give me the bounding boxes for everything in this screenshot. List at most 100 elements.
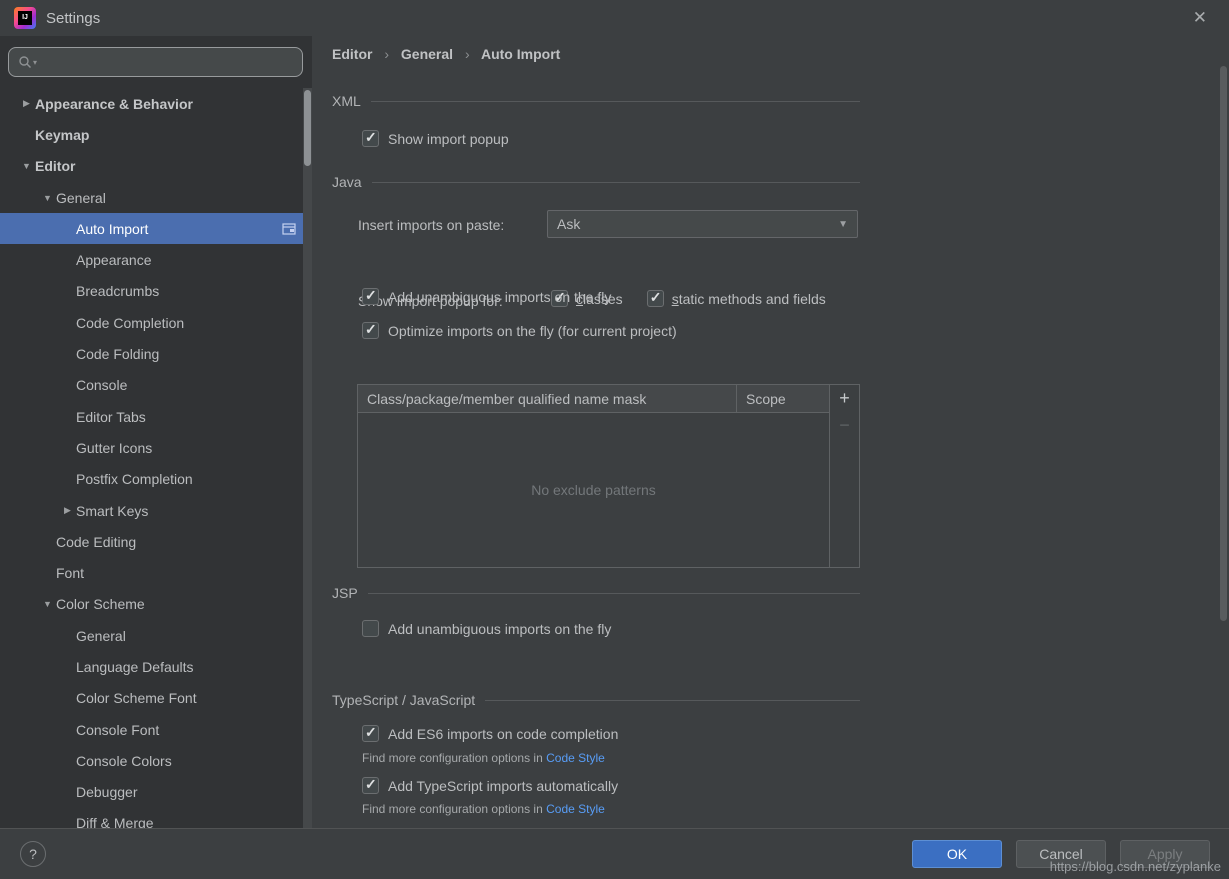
empty-table-text: No exclude patterns (531, 482, 656, 498)
checkbox-static-methods-and-fields[interactable]: static methods and fields (647, 290, 826, 307)
section-title: Java (332, 174, 362, 190)
sidebar-item-label: Debugger (76, 784, 138, 800)
checkbox-show-import-popup[interactable]: Show import popup (362, 128, 509, 149)
section-divider (368, 593, 860, 594)
sidebar-item-keymap[interactable]: Keymap (0, 119, 312, 150)
close-icon[interactable]: ✕ (1185, 6, 1215, 30)
code-style-hint: Find more configuration options in Code … (362, 802, 605, 816)
main-scrollbar-thumb[interactable] (1220, 66, 1227, 621)
section-title: TypeScript / JavaScript (332, 692, 475, 708)
search-box[interactable]: ▾ (8, 47, 303, 77)
hint-text: Find more configuration options in (362, 802, 546, 816)
ok-button[interactable]: OK (912, 840, 1002, 868)
search-icon (18, 55, 32, 69)
checkbox-label: Add TypeScript imports automatically (388, 778, 618, 794)
sidebar-item-color-scheme-general[interactable]: General (0, 620, 312, 651)
code-style-hint: Find more configuration options in Code … (362, 751, 605, 765)
section-header-jsp: JSP (332, 585, 860, 601)
chevron-right-icon[interactable]: ▶ (18, 98, 35, 109)
sidebar-item-color-scheme[interactable]: ▼ Color Scheme (0, 589, 312, 620)
sidebar-item-label: Code Completion (76, 315, 184, 331)
search-input[interactable] (43, 54, 273, 70)
sidebar-item-console[interactable]: Console (0, 370, 312, 401)
sidebar-item-diff-merge[interactable]: Diff & Merge (0, 808, 312, 828)
checkbox-box[interactable] (362, 620, 379, 637)
checkbox-label: Add unambiguous imports on the fly (388, 289, 611, 305)
sidebar-item-auto-import[interactable]: Auto Import (0, 213, 312, 244)
sidebar-item-label: Appearance (76, 252, 152, 268)
code-style-link[interactable]: Code Style (546, 802, 605, 816)
insert-imports-select[interactable]: Ask ▼ (547, 210, 858, 238)
sidebar-item-console-colors[interactable]: Console Colors (0, 745, 312, 776)
sidebar-item-gutter-icons[interactable]: Gutter Icons (0, 432, 312, 463)
sidebar-item-label: Appearance & Behavior (35, 96, 193, 112)
sidebar-item-breadcrumbs[interactable]: Breadcrumbs (0, 276, 312, 307)
help-button[interactable]: ? (20, 841, 46, 867)
sidebar-item-label: Editor (35, 158, 75, 174)
checkbox-label: Show import popup (388, 131, 509, 147)
checkbox-box[interactable] (362, 725, 379, 742)
chevron-right-icon[interactable]: ▶ (59, 505, 76, 516)
checkbox-add-unambiguous-imports[interactable]: Add unambiguous imports on the fly (362, 286, 611, 307)
checkbox-optimize-imports[interactable]: Optimize imports on the fly (for current… (362, 320, 677, 341)
section-title: XML (332, 93, 361, 109)
chevron-down-icon[interactable]: ▼ (39, 193, 56, 203)
sidebar-item-code-folding[interactable]: Code Folding (0, 338, 312, 369)
remove-pattern-button[interactable]: − (835, 415, 855, 435)
sidebar-item-font[interactable]: Font (0, 557, 312, 588)
checkbox-add-typescript-imports[interactable]: Add TypeScript imports automatically (362, 775, 618, 796)
mnemonic: s (672, 291, 679, 307)
sidebar-item-label: Color Scheme Font (76, 690, 197, 706)
sidebar-item-editor[interactable]: ▼ Editor (0, 151, 312, 182)
breadcrumb: Editor › General › Auto Import (332, 46, 560, 62)
sidebar-item-label: General (56, 190, 106, 206)
search-history-caret-icon[interactable]: ▾ (33, 58, 37, 67)
hint-text: Find more configuration options in (362, 751, 546, 765)
sidebar-item-label: Breadcrumbs (76, 283, 159, 299)
sidebar-item-label: Language Defaults (76, 659, 194, 675)
sidebar-item-code-editing[interactable]: Code Editing (0, 526, 312, 557)
add-pattern-button[interactable]: + (835, 388, 855, 408)
cancel-button[interactable]: Cancel (1016, 840, 1106, 868)
checkbox-box[interactable] (362, 322, 379, 339)
section-header-typescript: TypeScript / JavaScript (332, 692, 860, 708)
chevron-down-icon[interactable]: ▼ (39, 599, 56, 609)
code-style-link[interactable]: Code Style (546, 751, 605, 765)
checkbox-add-es6-imports[interactable]: Add ES6 imports on code completion (362, 723, 618, 744)
sidebar-item-label: Postfix Completion (76, 471, 193, 487)
sidebar-item-code-completion[interactable]: Code Completion (0, 307, 312, 338)
intellij-idea-logo: IJ (14, 7, 36, 29)
breadcrumb-separator-icon: › (384, 46, 389, 62)
section-divider (372, 182, 860, 183)
checkbox-box[interactable] (647, 290, 664, 307)
sidebar-item-general[interactable]: ▼ General (0, 182, 312, 213)
sidebar-item-editor-tabs[interactable]: Editor Tabs (0, 401, 312, 432)
sidebar-item-appearance[interactable]: Appearance (0, 244, 312, 275)
sidebar-item-label: General (76, 628, 126, 644)
sidebar-item-debugger[interactable]: Debugger (0, 777, 312, 808)
breadcrumb-editor[interactable]: Editor (332, 46, 372, 62)
sidebar-item-console-font[interactable]: Console Font (0, 714, 312, 745)
intellij-idea-logo-inner: IJ (18, 11, 32, 25)
chevron-down-icon: ▼ (838, 219, 848, 230)
sidebar-item-color-scheme-font[interactable]: Color Scheme Font (0, 683, 312, 714)
sidebar-scrollbar-thumb[interactable] (304, 90, 311, 166)
chevron-down-icon[interactable]: ▼ (18, 161, 35, 171)
sidebar-item-label: Keymap (35, 127, 89, 143)
sidebar-item-postfix-completion[interactable]: Postfix Completion (0, 464, 312, 495)
sidebar-scrollbar-track[interactable] (303, 88, 312, 828)
sidebar-item-label: Console Font (76, 722, 159, 738)
checkbox-jsp-add-unambiguous[interactable]: Add unambiguous imports on the fly (362, 618, 611, 639)
sidebar-item-label: Auto Import (76, 221, 148, 237)
window-title: Settings (46, 10, 100, 27)
sidebar-item-smart-keys[interactable]: ▶ Smart Keys (0, 495, 312, 526)
sidebar-item-appearance-behavior[interactable]: ▶ Appearance & Behavior (0, 88, 312, 119)
checkbox-box[interactable] (362, 130, 379, 147)
breadcrumb-general[interactable]: General (401, 46, 453, 62)
apply-button[interactable]: Apply (1120, 840, 1210, 868)
checkbox-box[interactable] (362, 288, 379, 305)
insert-imports-label: Insert imports on paste: (358, 217, 504, 233)
checkbox-box[interactable] (362, 777, 379, 794)
label-rest: tatic methods and fields (679, 291, 826, 307)
sidebar-item-language-defaults[interactable]: Language Defaults (0, 651, 312, 682)
